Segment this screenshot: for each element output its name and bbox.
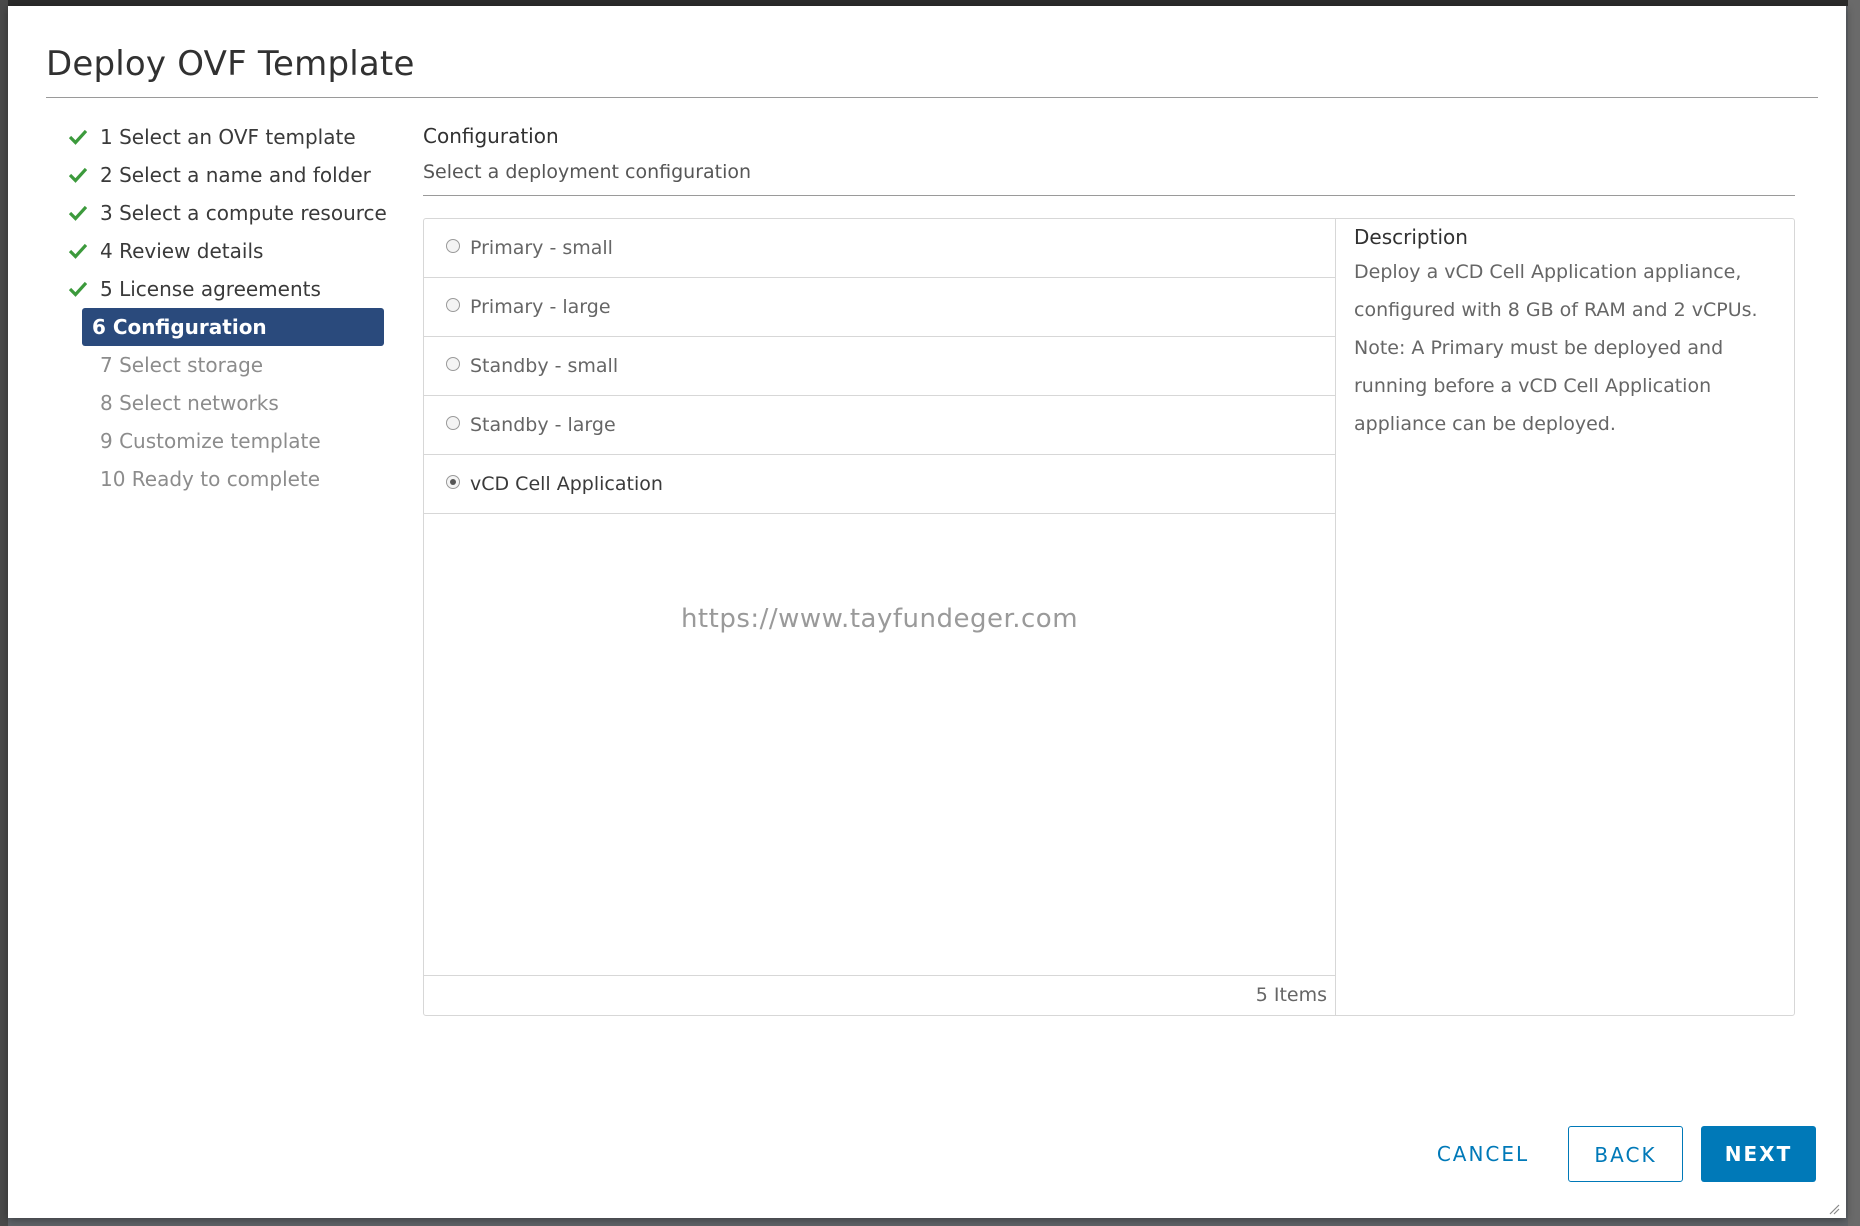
step-select-networks: 8 Select networks xyxy=(54,384,394,422)
step-label: 8 Select networks xyxy=(100,391,279,415)
step-select-compute-resource[interactable]: 3 Select a compute resource xyxy=(54,194,394,232)
option-standby-small[interactable]: Standby - small xyxy=(424,337,1335,396)
background-app-left xyxy=(0,0,8,1226)
step-label: 9 Customize template xyxy=(100,429,321,453)
option-label: Primary - large xyxy=(470,296,611,318)
check-icon xyxy=(66,118,90,156)
step-label: 10 Ready to complete xyxy=(100,467,321,491)
step-select-name-folder[interactable]: 2 Select a name and folder xyxy=(54,156,394,194)
description-pane: Description Deploy a vCD Cell Applicatio… xyxy=(1354,219,1774,443)
step-label: 6 Configuration xyxy=(92,315,267,339)
step-customize-template: 9 Customize template xyxy=(54,422,394,460)
check-icon xyxy=(66,232,90,270)
check-icon xyxy=(66,270,90,308)
deploy-ovf-dialog: Deploy OVF Template 1 Select an OVF temp… xyxy=(8,6,1846,1218)
check-icon xyxy=(66,194,90,232)
step-label: 1 Select an OVF template xyxy=(100,125,356,149)
title-divider xyxy=(46,97,1818,98)
step-select-ovf-template[interactable]: 1 Select an OVF template xyxy=(54,118,394,156)
radio-button[interactable] xyxy=(446,416,460,430)
step-label: 3 Select a compute resource xyxy=(100,201,387,225)
configuration-list: Primary - small Primary - large Standby … xyxy=(424,219,1336,1015)
step-configuration[interactable]: 6 Configuration xyxy=(82,308,384,346)
radio-button[interactable] xyxy=(446,239,460,253)
option-primary-large[interactable]: Primary - large xyxy=(424,278,1335,337)
step-ready-to-complete: 10 Ready to complete xyxy=(54,460,394,498)
step-license-agreements[interactable]: 5 License agreements xyxy=(54,270,394,308)
option-label: Standby - large xyxy=(470,414,616,436)
watermark-text: https://www.tayfundeger.com xyxy=(680,604,1079,634)
radio-button[interactable] xyxy=(446,357,460,371)
resize-grip-icon[interactable] xyxy=(1828,1200,1840,1215)
dialog-title: Deploy OVF Template xyxy=(46,44,415,84)
wizard-steps: 1 Select an OVF template 2 Select a name… xyxy=(54,118,394,498)
option-vcd-cell-application[interactable]: vCD Cell Application xyxy=(424,455,1335,514)
list-footer: 5 Items xyxy=(424,975,1335,1015)
option-primary-small[interactable]: Primary - small xyxy=(424,219,1335,278)
section-subtitle: Select a deployment configuration xyxy=(423,161,752,183)
option-label: Standby - small xyxy=(470,355,619,377)
step-label: 2 Select a name and folder xyxy=(100,163,371,187)
option-standby-large[interactable]: Standby - large xyxy=(424,396,1335,455)
configuration-panel: Primary - small Primary - large Standby … xyxy=(423,218,1795,1016)
radio-button[interactable] xyxy=(446,298,460,312)
step-select-storage: 7 Select storage xyxy=(54,346,394,384)
description-text: Deploy a vCD Cell Application appliance,… xyxy=(1354,261,1758,435)
step-label: 4 Review details xyxy=(100,239,264,263)
option-label: Primary - small xyxy=(470,237,613,259)
next-button[interactable]: NEXT xyxy=(1701,1126,1816,1182)
description-title: Description xyxy=(1354,225,1468,249)
step-review-details[interactable]: 4 Review details xyxy=(54,232,394,270)
step-label: 7 Select storage xyxy=(100,353,264,377)
back-button[interactable]: BACK xyxy=(1568,1126,1683,1182)
cancel-button[interactable]: CANCEL xyxy=(1418,1126,1548,1182)
radio-button-selected[interactable] xyxy=(446,475,460,489)
background-app-right xyxy=(1848,0,1860,1226)
step-label: 5 License agreements xyxy=(100,277,321,301)
items-count: 5 Items xyxy=(1255,984,1327,1006)
section-title: Configuration xyxy=(423,124,559,148)
check-icon xyxy=(66,156,90,194)
content-divider xyxy=(423,195,1795,196)
option-label: vCD Cell Application xyxy=(470,473,663,495)
